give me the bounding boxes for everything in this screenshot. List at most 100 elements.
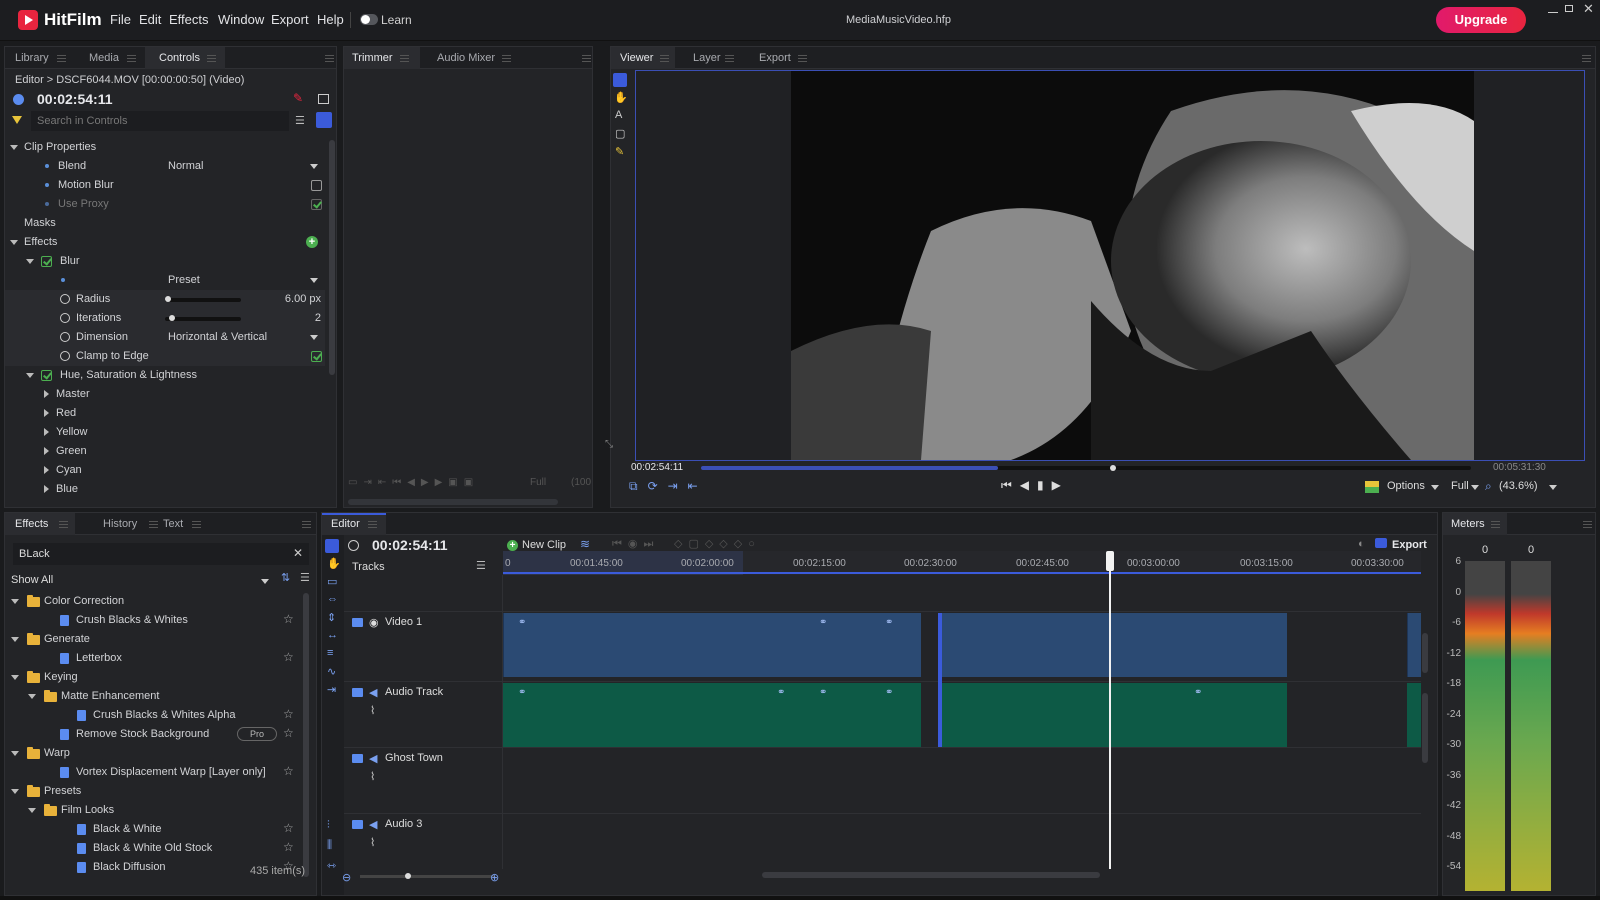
- lock-icon[interactable]: [352, 688, 363, 697]
- audio-clip[interactable]: [938, 683, 1287, 747]
- color-space-icon[interactable]: [1365, 481, 1379, 493]
- blur-row[interactable]: Blur: [5, 252, 325, 271]
- trimmer-zoom[interactable]: (100: [571, 477, 591, 488]
- effects-folder-row[interactable]: Film Looks: [5, 801, 300, 820]
- dimension-dropdown[interactable]: Horizontal & Vertical: [168, 331, 267, 343]
- panel-menu-icon[interactable]: [1582, 55, 1591, 62]
- effect-item-row[interactable]: ☆ Letterbox: [5, 649, 300, 668]
- effect-item-row[interactable]: ☆ Vortex Displacement Warp [Layer only]: [5, 763, 300, 782]
- tab-effects[interactable]: Effects: [15, 518, 48, 530]
- hsl-cyan-row[interactable]: Cyan: [5, 461, 325, 480]
- upgrade-button[interactable]: Upgrade: [1436, 7, 1526, 33]
- expand-icon[interactable]: [11, 599, 19, 604]
- controls-search-input[interactable]: Search in Controls: [31, 111, 289, 131]
- panel-menu-icon[interactable]: [325, 55, 334, 62]
- resize-icon[interactable]: ⤡: [605, 439, 613, 450]
- radius-value[interactable]: 6.00 px: [285, 293, 321, 305]
- viewer-zoom[interactable]: (43.6%): [1499, 480, 1538, 492]
- viewer-canvas[interactable]: [635, 70, 1585, 461]
- crop-tool-icon[interactable]: ▢: [615, 127, 625, 140]
- tab-menu-icon[interactable]: [57, 55, 66, 62]
- lock-icon[interactable]: [352, 618, 363, 627]
- track-name[interactable]: Video 1: [385, 616, 422, 628]
- roll-tool-icon[interactable]: ↔: [327, 629, 338, 641]
- favorite-star-icon[interactable]: ☆: [283, 840, 294, 854]
- timeline-zoom-slider[interactable]: [360, 873, 494, 879]
- expand-icon[interactable]: [28, 694, 36, 699]
- zoom-out-icon[interactable]: ⊖: [342, 871, 351, 884]
- clear-search-icon[interactable]: ✕: [293, 546, 303, 560]
- pen-icon[interactable]: ✎: [293, 91, 303, 105]
- effect-item-row[interactable]: ☆ Crush Blacks & Whites Alpha: [5, 706, 300, 725]
- menu-help[interactable]: Help: [317, 12, 344, 27]
- effect-item-row[interactable]: ☆ Crush Blacks & Whites: [5, 611, 300, 630]
- timeline-ruler[interactable]: 0 00:01:45:00 00:02:00:00 00:02:15:00 00…: [503, 551, 1421, 575]
- tab-menu-icon[interactable]: [798, 55, 807, 62]
- preset-dropdown[interactable]: Preset: [168, 274, 200, 286]
- hsl-enabled-checkbox[interactable]: [41, 370, 52, 381]
- tab-export[interactable]: Export: [759, 52, 791, 64]
- clamp-checkbox[interactable]: [311, 351, 322, 362]
- effects-row[interactable]: Effects +: [5, 233, 325, 252]
- expand-icon[interactable]: [11, 789, 19, 794]
- render-icon[interactable]: ◐: [1358, 538, 1365, 550]
- layout-icon[interactable]: [318, 94, 329, 104]
- video-clip[interactable]: [938, 613, 1287, 677]
- video-clip[interactable]: [503, 613, 921, 677]
- tab-menu-icon[interactable]: [207, 55, 216, 62]
- tab-history[interactable]: History: [103, 518, 137, 530]
- levels-icon[interactable]: ⫼: [327, 839, 332, 852]
- rate-tool-icon[interactable]: ≡: [327, 647, 333, 659]
- viewer-quality[interactable]: Full: [1451, 480, 1469, 492]
- maximize-button[interactable]: [1565, 5, 1573, 12]
- radius-slider[interactable]: [165, 296, 241, 302]
- timeline-playhead[interactable]: [1109, 551, 1111, 869]
- tab-layer[interactable]: Layer: [693, 52, 721, 64]
- marker-icons[interactable]: ◇▢◇◇◇○: [674, 537, 761, 550]
- tab-controls[interactable]: Controls: [159, 52, 200, 64]
- hsl-red-row[interactable]: Red: [5, 404, 325, 423]
- effects-folder-row[interactable]: Keying: [5, 668, 300, 687]
- effects-folder-row[interactable]: Color Correction: [5, 592, 300, 611]
- blend-dropdown[interactable]: Normal: [168, 160, 203, 172]
- tracks-scrollbar[interactable]: [1422, 633, 1428, 673]
- add-effect-icon[interactable]: +: [306, 236, 318, 248]
- tab-trimmer[interactable]: Trimmer: [352, 52, 393, 64]
- hand-tool-icon[interactable]: ✋: [614, 91, 628, 104]
- slice-tool-icon[interactable]: ▭: [327, 575, 337, 588]
- curve-tool-icon[interactable]: ∿: [327, 665, 336, 678]
- collapse-icon[interactable]: [44, 466, 49, 474]
- learn-toggle[interactable]: [360, 14, 378, 25]
- video-clip[interactable]: [1407, 613, 1421, 677]
- favorite-star-icon[interactable]: ☆: [283, 821, 294, 835]
- speaker-icon[interactable]: ◀: [369, 752, 377, 765]
- export-icon[interactable]: [1375, 538, 1387, 548]
- select-tool-icon[interactable]: [613, 73, 627, 87]
- favorite-star-icon[interactable]: ☆: [283, 726, 294, 740]
- waveform-icon[interactable]: ⌇: [370, 704, 375, 717]
- waveform-icon[interactable]: ⌇: [370, 770, 375, 783]
- minimize-button[interactable]: [1548, 12, 1558, 13]
- keyframe-icon[interactable]: [60, 332, 70, 342]
- tracks-menu-icon[interactable]: ☰: [476, 559, 486, 572]
- tab-library[interactable]: Library: [15, 52, 49, 64]
- effects-scrollbar[interactable]: [303, 593, 309, 877]
- favorite-star-icon[interactable]: ☆: [283, 764, 294, 778]
- masks-row[interactable]: Masks: [5, 214, 325, 233]
- menu-export[interactable]: Export: [271, 12, 309, 27]
- collapse-icon[interactable]: [44, 447, 49, 455]
- tab-viewer[interactable]: Viewer: [620, 52, 653, 64]
- tab-menu-icon[interactable]: [1491, 521, 1500, 528]
- favorite-star-icon[interactable]: ☆: [283, 612, 294, 626]
- controls-scrollbar[interactable]: [329, 140, 335, 375]
- audio-clip[interactable]: [503, 683, 921, 747]
- tab-menu-icon[interactable]: [725, 55, 734, 62]
- expand-icon[interactable]: [11, 637, 19, 642]
- hsl-master-row[interactable]: Master: [5, 385, 325, 404]
- lock-icon[interactable]: [352, 754, 363, 763]
- expand-icon[interactable]: [10, 240, 18, 245]
- motion-blur-checkbox[interactable]: [311, 180, 322, 191]
- collapse-icon[interactable]: [44, 485, 49, 493]
- filter-icon[interactable]: [12, 116, 22, 124]
- slider-handle[interactable]: [405, 873, 411, 879]
